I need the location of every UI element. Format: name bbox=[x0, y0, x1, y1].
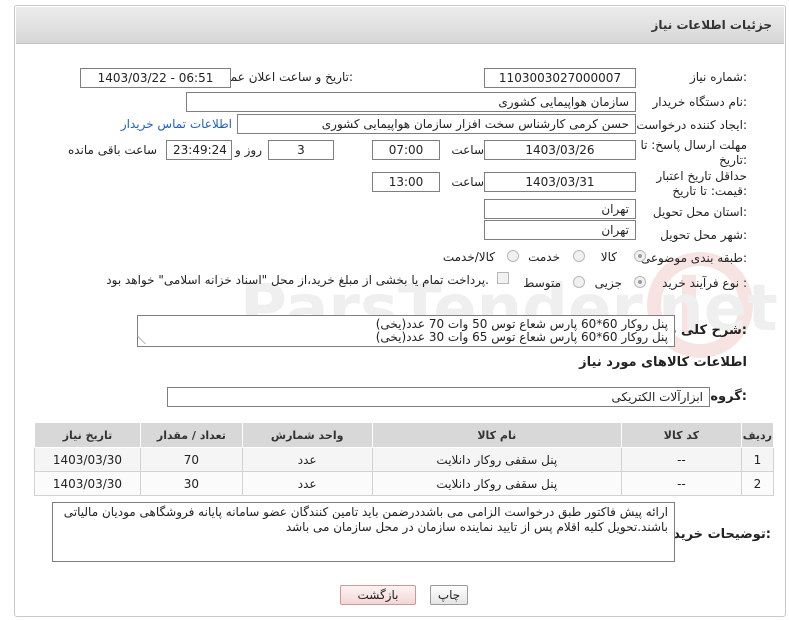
col-header-item-code: کد کالا bbox=[621, 422, 742, 448]
items-table: ردیف کد کالا نام کالا واحد شمارش تعداد /… bbox=[34, 422, 775, 496]
treasury-payment-checkbox[interactable] bbox=[497, 272, 509, 284]
table-header-row: ردیف کد کالا نام کالا واحد شمارش تعداد /… bbox=[34, 422, 775, 448]
remaining-time-field: 23:49:24 bbox=[166, 140, 232, 160]
cell-item-name: پنل سقفی روکار دانلایت bbox=[371, 471, 623, 496]
treasury-payment-note: پرداخت تمام یا بخشی از مبلغ خرید،از محل … bbox=[106, 273, 489, 287]
overall-desc-line-2: پنل روکار 60*60 پارس شعاع توس 65 وات 30 … bbox=[375, 330, 668, 344]
cell-need-date: 1403/03/30 bbox=[34, 471, 141, 496]
price-validity-label: حداقل تاریخ اعتبار قیمت: تا تاریخ: bbox=[656, 169, 747, 198]
buyer-org-label: نام دستگاه خریدار: bbox=[652, 95, 748, 109]
province-field: تهران bbox=[484, 199, 636, 219]
reply-time-field: 07:00 bbox=[372, 140, 440, 160]
process-medium-label: متوسط bbox=[523, 276, 561, 290]
city-field: تهران bbox=[484, 220, 636, 240]
cell-row-number: 1 bbox=[740, 447, 775, 472]
category-service-label: خدمت bbox=[528, 250, 560, 264]
reply-deadline-label: مهلت ارسال پاسخ: تا تاریخ: bbox=[640, 138, 747, 167]
category-label: طبقه بندی موضوعی: bbox=[640, 251, 747, 265]
cell-quantity: 30 bbox=[139, 471, 243, 496]
reply-time-label: ساعت bbox=[451, 143, 484, 157]
buyer-notes-label: توضیحات خریدار: bbox=[661, 527, 771, 542]
buyer-org-field: سازمان هواپیمایی کشوری bbox=[186, 92, 636, 112]
category-goods-radio[interactable] bbox=[634, 250, 646, 262]
reply-days-field: 3 bbox=[268, 140, 334, 160]
cell-unit: عدد bbox=[241, 447, 373, 472]
cell-item-code: -- bbox=[621, 447, 742, 472]
col-header-item-name: نام کالا bbox=[371, 422, 623, 448]
panel-header: جزئیات اطلاعات نیاز bbox=[16, 7, 784, 44]
process-partial-label: جزیی bbox=[594, 276, 622, 290]
days-and-label: روز و bbox=[235, 143, 262, 157]
table-row: 2 -- پنل سقفی روکار دانلایت عدد 30 1403/… bbox=[34, 471, 775, 496]
category-goods-service-radio[interactable] bbox=[507, 250, 519, 262]
process-medium-radio[interactable] bbox=[573, 276, 585, 288]
requester-label: ایجاد کننده درخواست: bbox=[636, 118, 747, 132]
page-title: جزئیات اطلاعات نیاز bbox=[651, 18, 772, 32]
print-button[interactable]: چاپ bbox=[430, 585, 468, 605]
validity-time-field: 13:00 bbox=[372, 172, 440, 192]
process-partial-radio[interactable] bbox=[634, 276, 646, 288]
cell-unit: عدد bbox=[241, 471, 373, 496]
announce-datetime-field: 1403/03/22 - 06:51 bbox=[80, 68, 231, 88]
back-button[interactable]: بازگشت bbox=[340, 585, 416, 605]
reply-date-field: 1403/03/26 bbox=[484, 140, 636, 160]
cell-quantity: 70 bbox=[139, 447, 243, 472]
delivery-city-label: شهر محل تحویل: bbox=[660, 228, 747, 242]
category-goods-service-label: کالا/خدمت bbox=[442, 250, 495, 264]
category-service-radio[interactable] bbox=[573, 250, 585, 262]
category-goods-label: کالا bbox=[600, 250, 617, 264]
col-header-quantity: تعداد / مقدار bbox=[139, 422, 243, 448]
validity-time-label: ساعت bbox=[451, 175, 484, 189]
col-header-unit: واحد شمارش bbox=[241, 422, 373, 448]
table-row: 1 -- پنل سقفی روکار دانلایت عدد 70 1403/… bbox=[34, 447, 775, 472]
goods-info-heading: اطلاعات کالاهای مورد نیاز bbox=[579, 355, 747, 370]
buyer-notes-textarea[interactable]: ارائه پیش فاکتور طبق درخواست الزامی می ب… bbox=[52, 502, 675, 562]
col-header-need-date: تاریخ نیاز bbox=[34, 422, 141, 448]
col-header-row-number: ردیف bbox=[740, 422, 775, 448]
process-type-label: نوع فرآیند خرید : bbox=[662, 276, 747, 290]
validity-date-field: 1403/03/31 bbox=[484, 172, 636, 192]
goods-group-field: ابزارآلات الکتریکی bbox=[167, 387, 710, 407]
time-remaining-label: ساعت باقی مانده bbox=[67, 143, 157, 157]
cell-need-date: 1403/03/30 bbox=[34, 447, 141, 472]
overall-desc-textarea[interactable]: پنل روکار 60*60 پارس شعاع توس 50 وات 70 … bbox=[137, 315, 675, 347]
cell-item-code: -- bbox=[621, 471, 742, 496]
need-number-label: شماره نیاز: bbox=[689, 70, 747, 84]
cell-item-name: پنل سقفی روکار دانلایت bbox=[371, 447, 623, 472]
cell-row-number: 2 bbox=[740, 471, 775, 496]
delivery-province-label: استان محل تحویل: bbox=[652, 205, 747, 219]
requester-field: حسن کرمی کارشناس سخت افزار سازمان هواپیم… bbox=[237, 114, 636, 134]
buyer-contact-link[interactable]: اطلاعات تماس خریدار bbox=[121, 117, 232, 131]
need-number-field: 1103003027000007 bbox=[484, 68, 636, 88]
